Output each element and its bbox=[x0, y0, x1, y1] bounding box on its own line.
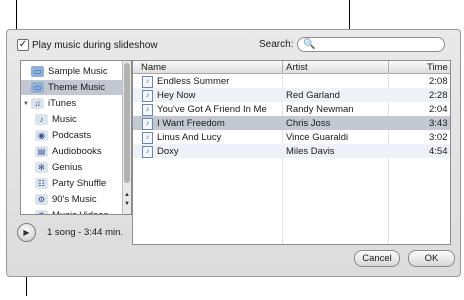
cell-name: Linus And Lucy bbox=[157, 132, 222, 143]
column-header-name[interactable]: Name bbox=[141, 62, 166, 73]
table-row[interactable]: ♪ Endless Summer 2:08 bbox=[133, 74, 450, 88]
sidebar-item[interactable]: ☷ Party Shuffle bbox=[21, 176, 131, 191]
book-icon: ▤ bbox=[35, 146, 48, 157]
column-header-time[interactable]: Time bbox=[427, 62, 448, 73]
table-header: Name Artist Time bbox=[133, 61, 450, 74]
itunes-icon: ♫ bbox=[30, 98, 44, 109]
sidebar-scrollbar[interactable]: ▲ ▼ bbox=[122, 61, 131, 214]
sidebar-item-label: Podcasts bbox=[52, 130, 92, 141]
music-note-icon: ♪ bbox=[142, 90, 153, 102]
play-icon: ▶ bbox=[23, 228, 30, 237]
sidebar-item[interactable]: ◉ Podcasts bbox=[21, 128, 131, 143]
ok-button[interactable]: OK bbox=[408, 250, 455, 267]
cell-name: Endless Summer bbox=[157, 76, 230, 87]
gear-icon: ⚙ bbox=[35, 194, 48, 205]
table-row[interactable]: ♪ I Want Freedom Chris Joss 3:43 bbox=[133, 116, 450, 130]
column-divider bbox=[282, 61, 283, 73]
cell-name: Doxy bbox=[157, 146, 179, 157]
source-list[interactable]: ⚙ Music Videos ⚙ 90's Music ☷ Party Shuffle ✻ G… bbox=[20, 60, 132, 215]
cell-artist: Miles Davis bbox=[286, 146, 335, 157]
scroll-down-arrow[interactable]: ▼ bbox=[123, 201, 131, 207]
sidebar-item[interactable]: ⚙ 90's Music bbox=[21, 192, 131, 207]
play-button[interactable]: ▶ bbox=[17, 223, 36, 242]
cell-time: 3:02 bbox=[429, 132, 448, 143]
scroll-up-arrow[interactable]: ▲ bbox=[123, 192, 131, 198]
cell-time: 2:04 bbox=[429, 104, 448, 115]
sidebar-item[interactable]: ▭ Theme Music bbox=[21, 80, 131, 95]
sidebar-item[interactable]: ▤ Audiobooks bbox=[21, 144, 131, 159]
song-table[interactable]: Name Artist Time ♪ Endless Summer 2:08 ♪ Hey… bbox=[132, 60, 451, 245]
sidebar-item[interactable]: ✻ Genius bbox=[21, 160, 131, 175]
sidebar-item-label: 90's Music bbox=[52, 194, 97, 205]
cell-name: I Want Freedom bbox=[157, 118, 225, 129]
sidebar-item[interactable]: ♪ Music bbox=[21, 112, 131, 127]
cell-artist: Vince Guaraldi bbox=[286, 132, 349, 143]
podcast-icon: ◉ bbox=[35, 130, 48, 141]
sidebar-item-label: iTunes bbox=[47, 98, 77, 109]
sidebar-item-label: Music bbox=[52, 114, 77, 125]
sidebar-item-label: Audiobooks bbox=[52, 146, 102, 157]
gear-icon: ⚙ bbox=[35, 210, 48, 214]
table-row[interactable]: ♪ You've Got A Friend In Me Randy Newman 2:… bbox=[133, 102, 450, 116]
sidebar-item-label: Sample Music bbox=[48, 66, 108, 77]
sidebar-item-label: Theme Music bbox=[48, 82, 106, 93]
search-icon: 🔍 bbox=[303, 39, 316, 50]
sidebar-item-label: Genius bbox=[52, 162, 83, 173]
shuffle-icon: ☷ bbox=[35, 178, 48, 189]
sidebar-scroll-thumb[interactable] bbox=[124, 63, 130, 183]
column-divider bbox=[388, 61, 389, 73]
sidebar-item[interactable]: ▼ ♫ iTunes bbox=[21, 96, 123, 111]
play-music-checkbox[interactable]: ✓ bbox=[17, 39, 29, 51]
music-note-icon: ♪ bbox=[142, 104, 153, 116]
folder-icon: ▭ bbox=[31, 82, 44, 93]
cell-time: 4:54 bbox=[429, 146, 448, 157]
cell-artist: Chris Joss bbox=[286, 118, 331, 129]
search-label: Search: bbox=[259, 39, 294, 50]
play-music-label: Play music during slideshow bbox=[32, 39, 158, 51]
music-icon: ♪ bbox=[35, 114, 48, 125]
cell-name: Hey Now bbox=[157, 90, 196, 101]
folder-icon: ▭ bbox=[31, 66, 44, 77]
music-dialog: ✓ Play music during slideshow Search: 🔍 … bbox=[6, 29, 461, 277]
table-row[interactable]: ♪ Linus And Lucy Vince Guaraldi 3:02 bbox=[133, 130, 450, 144]
music-note-icon: ♪ bbox=[142, 118, 153, 130]
music-note-icon: ♪ bbox=[142, 146, 153, 158]
sidebar-item[interactable]: ⚙ Music Videos bbox=[21, 208, 131, 214]
cell-time: 2:28 bbox=[429, 90, 448, 101]
search-input[interactable]: 🔍 bbox=[297, 37, 445, 52]
genius-icon: ✻ bbox=[35, 162, 48, 173]
cell-artist: Red Garland bbox=[286, 90, 340, 101]
sidebar-item-label: Party Shuffle bbox=[52, 178, 107, 189]
song-count-info: 1 song - 3:44 min. bbox=[47, 227, 124, 238]
cancel-button[interactable]: Cancel bbox=[354, 250, 400, 267]
music-note-icon: ♪ bbox=[142, 132, 153, 144]
table-row[interactable]: ♪ Hey Now Red Garland 2:28 bbox=[133, 88, 450, 102]
music-note-icon: ♪ bbox=[142, 76, 153, 88]
column-header-artist[interactable]: Artist bbox=[286, 62, 308, 73]
play-music-checkbox-row[interactable]: ✓ Play music during slideshow bbox=[17, 39, 158, 51]
cell-artist: Randy Newman bbox=[286, 104, 354, 115]
disclosure-triangle-icon[interactable]: ▼ bbox=[23, 101, 29, 107]
table-row[interactable]: ♪ Doxy Miles Davis 4:54 bbox=[133, 144, 450, 158]
cell-time: 3:43 bbox=[429, 118, 448, 129]
cell-name: You've Got A Friend In Me bbox=[157, 104, 267, 115]
sidebar-item-label: Music Videos bbox=[52, 210, 108, 214]
cell-time: 2:08 bbox=[429, 76, 448, 87]
sidebar-item[interactable]: ▭ Sample Music bbox=[21, 64, 131, 79]
